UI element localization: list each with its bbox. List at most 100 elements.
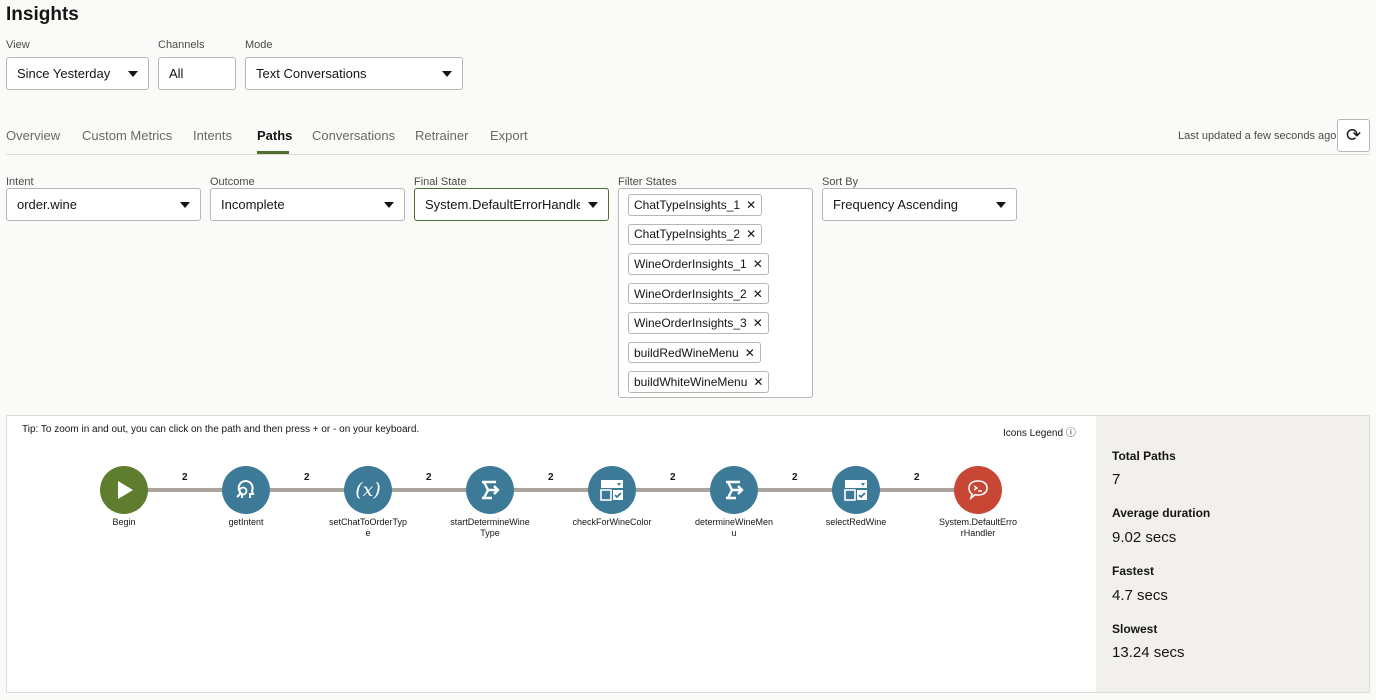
chip-label: ChatTypeInsights_1: [634, 197, 741, 212]
tab-retrainer[interactable]: Retrainer: [415, 128, 468, 143]
intent-value: order.wine: [17, 197, 77, 212]
edge-count: 2: [426, 472, 432, 483]
chip-label: buildRedWineMenu: [634, 345, 739, 360]
node-label: determineWineMenu: [694, 517, 774, 538]
chip-label: WineOrderInsights_2: [634, 286, 747, 301]
icons-legend-label: Icons Legend: [1003, 428, 1064, 439]
intent-search-icon: [234, 478, 258, 502]
zoom-tip: Tip: To zoom in and out, you can click o…: [22, 424, 420, 435]
tab-divider: [6, 154, 1370, 155]
sort-by-value: Frequency Ascending: [833, 197, 959, 212]
page-title: Insights: [6, 4, 79, 25]
node-label: Begin: [112, 517, 136, 527]
slowest-label: Slowest: [1112, 622, 1158, 636]
channels-value: All: [169, 66, 184, 81]
chevron-down-icon: [384, 201, 394, 208]
form-icon: [599, 478, 625, 502]
intent-select[interactable]: order.wine: [6, 188, 201, 221]
path-node[interactable]: [710, 466, 758, 514]
remove-chip-icon[interactable]: ✕: [753, 316, 763, 330]
tab-paths[interactable]: Paths: [257, 128, 292, 143]
mode-select[interactable]: Text Conversations: [245, 57, 463, 90]
filter-states-input[interactable]: ChatTypeInsights_1 ✕ ChatTypeInsights_2 ✕ Wi…: [618, 188, 813, 398]
edge-count: 2: [914, 472, 920, 483]
chip-label: WineOrderInsights_1: [634, 256, 747, 271]
outcome-value: Incomplete: [221, 197, 285, 212]
outcome-select[interactable]: Incomplete: [210, 188, 405, 221]
filter-state-chip: WineOrderInsights_2 ✕: [628, 282, 769, 305]
chevron-down-icon: [996, 201, 1006, 208]
channels-label: Channels: [158, 39, 205, 51]
node-label: System.DefaultErrorHandler: [938, 517, 1018, 538]
edge-count: 2: [548, 472, 554, 483]
switch-icon: [478, 478, 502, 502]
average-duration-value: 9.02 secs: [1112, 529, 1177, 546]
final-state-label: Final State: [414, 176, 467, 188]
icons-legend-link[interactable]: Icons Legend ⓘ: [1003, 424, 1076, 439]
variable-icon: (x): [355, 479, 381, 501]
play-icon: [113, 479, 135, 501]
path-node[interactable]: [588, 466, 636, 514]
sort-by-select[interactable]: Frequency Ascending: [822, 188, 1017, 221]
tab-custom-metrics[interactable]: Custom Metrics: [82, 128, 172, 143]
filter-states-label: Filter States: [618, 176, 677, 188]
fastest-value: 4.7 secs: [1112, 587, 1168, 604]
refresh-button[interactable]: ⟳: [1337, 119, 1370, 152]
tab-overview[interactable]: Overview: [6, 128, 60, 143]
fastest-label: Fastest: [1112, 564, 1155, 578]
chip-label: ChatTypeInsights_2: [634, 227, 741, 242]
filter-state-chip: buildWhiteWineMenu ✕: [628, 371, 770, 394]
remove-chip-icon[interactable]: ✕: [746, 227, 756, 241]
edge-count: 2: [182, 472, 188, 483]
form-icon: [843, 478, 869, 502]
remove-chip-icon[interactable]: ✕: [753, 257, 763, 271]
path-node[interactable]: [954, 466, 1002, 514]
slowest-value: 13.24 secs: [1112, 644, 1185, 661]
path-node[interactable]: [222, 466, 270, 514]
path-node[interactable]: (x): [344, 466, 392, 514]
tab-conversations[interactable]: Conversations: [312, 128, 395, 143]
mode-label: Mode: [245, 39, 273, 51]
info-icon: ⓘ: [1065, 428, 1076, 439]
filter-state-chip: ChatTypeInsights_2 ✕: [628, 223, 763, 246]
path-node[interactable]: [466, 466, 514, 514]
chevron-down-icon: [588, 201, 598, 208]
remove-chip-icon[interactable]: ✕: [753, 375, 763, 389]
final-state-select[interactable]: System.DefaultErrorHandler: [414, 188, 609, 221]
path-node[interactable]: [100, 466, 148, 514]
node-label: checkForWineColor: [572, 517, 652, 527]
chevron-down-icon: [442, 70, 452, 77]
edge-count: 2: [792, 472, 798, 483]
filter-state-chip: WineOrderInsights_3 ✕: [628, 312, 769, 334]
chevron-down-icon: [128, 70, 138, 77]
node-label: setChatToOrderType: [328, 517, 408, 538]
view-label: View: [6, 39, 30, 51]
remove-chip-icon[interactable]: ✕: [745, 346, 755, 360]
intent-label: Intent: [6, 176, 34, 188]
node-label: getIntent: [228, 517, 264, 527]
path-node[interactable]: [832, 466, 880, 514]
node-label: selectRedWine: [825, 517, 887, 527]
chip-label: buildWhiteWineMenu: [634, 375, 748, 390]
remove-chip-icon[interactable]: ✕: [746, 198, 756, 212]
edge-count: 2: [670, 472, 676, 483]
mode-value: Text Conversations: [256, 66, 367, 81]
total-paths-label: Total Paths: [1112, 449, 1176, 463]
view-select[interactable]: Since Yesterday: [6, 57, 149, 90]
error-chat-icon: [966, 478, 990, 502]
outcome-label: Outcome: [210, 176, 255, 188]
tab-intents[interactable]: Intents: [193, 128, 232, 143]
filter-state-chip: buildRedWineMenu ✕: [628, 341, 761, 364]
chip-label: WineOrderInsights_3: [634, 316, 747, 331]
total-paths-value: 7: [1112, 471, 1121, 488]
chevron-down-icon: [180, 201, 190, 208]
last-updated: Last updated a few seconds ago: [1178, 130, 1337, 142]
tab-export[interactable]: Export: [490, 128, 528, 143]
average-duration-label: Average duration: [1112, 506, 1211, 520]
remove-chip-icon[interactable]: ✕: [753, 287, 763, 301]
sort-by-label: Sort By: [822, 176, 859, 188]
view-value: Since Yesterday: [17, 66, 111, 81]
final-state-value: System.DefaultErrorHandler: [425, 197, 580, 212]
node-label: startDetermineWineType: [450, 517, 530, 538]
channels-select[interactable]: All: [158, 57, 236, 90]
